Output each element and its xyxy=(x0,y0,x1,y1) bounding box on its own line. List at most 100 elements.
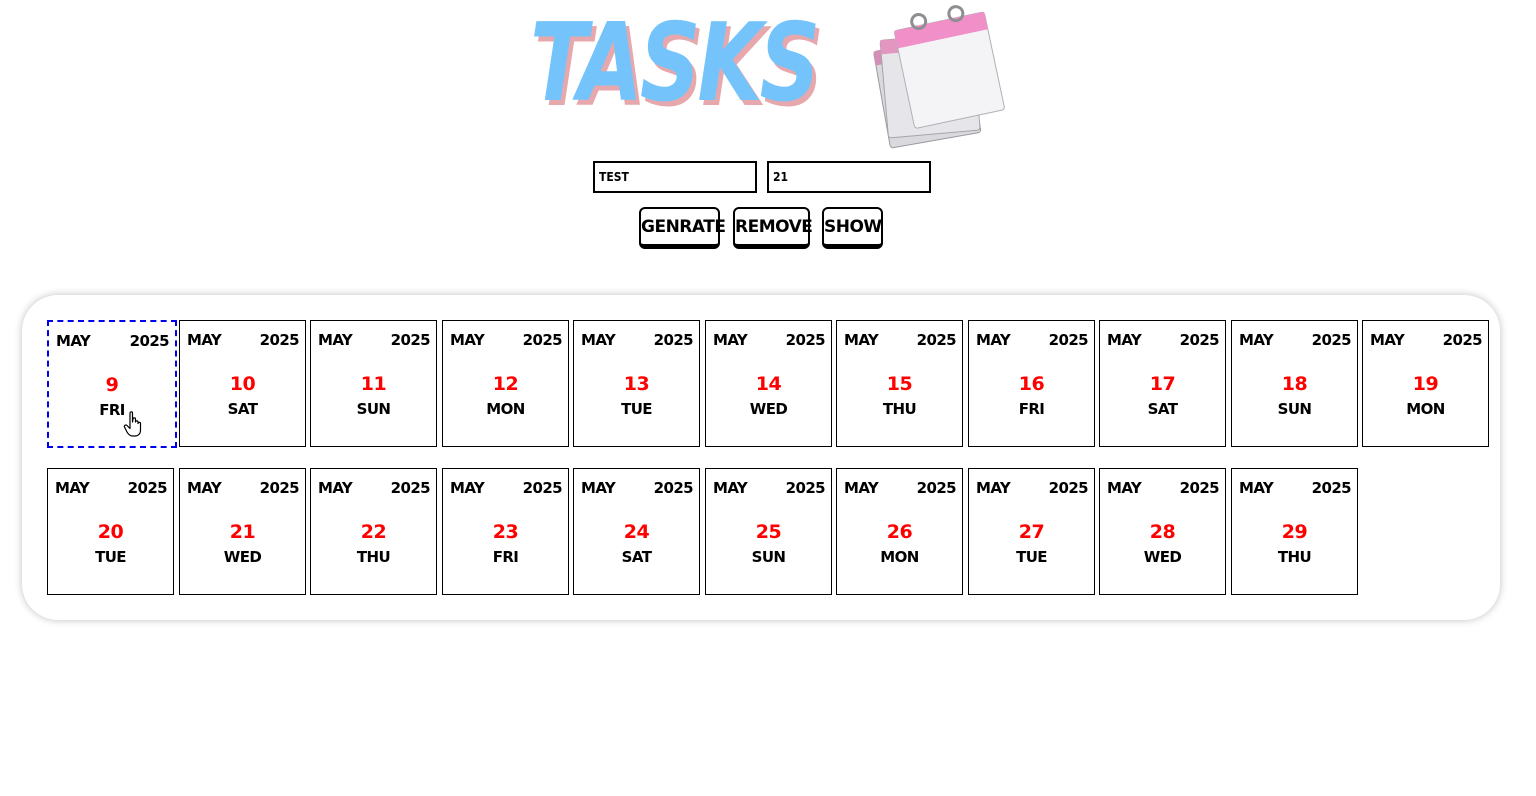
day-card-year: 2025 xyxy=(653,479,694,497)
day-card[interactable]: MAY 2025 12 MON xyxy=(442,320,569,447)
day-card[interactable]: MAY 2025 19 MON xyxy=(1362,320,1489,447)
day-card[interactable]: MAY 2025 29 THU xyxy=(1231,468,1358,595)
day-card[interactable]: MAY 2025 10 SAT xyxy=(179,320,306,447)
day-card-number: 20 xyxy=(97,521,124,543)
day-card[interactable]: MAY 2025 15 THU xyxy=(836,320,963,447)
day-card-month: MAY xyxy=(450,479,485,497)
day-card[interactable]: MAY 2025 14 WED xyxy=(705,320,832,447)
day-card-month: MAY xyxy=(55,479,90,497)
day-card-number: 29 xyxy=(1281,521,1308,543)
action-buttons: GENRATE REMOVE SHOW xyxy=(639,207,899,257)
remove-button[interactable]: REMOVE xyxy=(733,207,813,249)
day-card-year: 2025 xyxy=(522,331,563,349)
day-card-weekday: MON xyxy=(1406,400,1445,418)
day-card-year: 2025 xyxy=(259,479,300,497)
day-card-number: 17 xyxy=(1149,373,1176,395)
day-card[interactable]: MAY 2025 21 WED xyxy=(179,468,306,595)
day-card[interactable]: MAY 2025 13 TUE xyxy=(573,320,700,447)
day-card-year: 2025 xyxy=(785,331,826,349)
day-card-year: 2025 xyxy=(1311,479,1352,497)
generate-button[interactable]: GENRATE xyxy=(639,207,726,249)
day-card-year: 2025 xyxy=(916,479,957,497)
day-card-month: MAY xyxy=(844,331,879,349)
day-card-weekday: THU xyxy=(882,400,917,418)
day-card[interactable]: MAY 2025 11 SUN xyxy=(310,320,437,447)
day-card-number: 16 xyxy=(1018,373,1045,395)
day-card[interactable]: MAY 2025 22 THU xyxy=(310,468,437,595)
day-card-weekday: SUN xyxy=(1277,400,1312,418)
day-card-number: 12 xyxy=(492,373,519,395)
day-card-weekday: TUE xyxy=(95,548,126,566)
day-card-weekday: THU xyxy=(1277,548,1312,566)
day-card-month: MAY xyxy=(187,479,222,497)
day-card-month: MAY xyxy=(1107,331,1142,349)
day-card-year: 2025 xyxy=(1179,331,1220,349)
day-card-weekday: SAT xyxy=(1147,400,1178,418)
day-card-year: 2025 xyxy=(1179,479,1220,497)
day-card-number: 27 xyxy=(1018,521,1045,543)
day-card-number: 13 xyxy=(623,373,650,395)
day-card-weekday: SUN xyxy=(356,400,391,418)
calendar-pad-icon xyxy=(873,5,1005,149)
day-card-year: 2025 xyxy=(916,331,957,349)
day-card-month: MAY xyxy=(581,479,616,497)
task-count-input[interactable] xyxy=(767,161,931,193)
day-card-month: MAY xyxy=(581,331,616,349)
day-card-year: 2025 xyxy=(259,331,300,349)
day-card-number: 10 xyxy=(229,373,256,395)
task-form xyxy=(593,161,933,193)
day-card-weekday: TUE xyxy=(621,400,652,418)
day-card-number: 22 xyxy=(360,521,387,543)
day-card-month: MAY xyxy=(1107,479,1142,497)
day-card-number: 23 xyxy=(492,521,519,543)
show-button[interactable]: SHOW xyxy=(822,207,883,249)
day-card-weekday: WED xyxy=(1143,548,1182,566)
day-card-month: MAY xyxy=(318,331,353,349)
day-card-year: 2025 xyxy=(653,331,694,349)
day-card[interactable]: MAY 2025 27 TUE xyxy=(968,468,1095,595)
task-name-input[interactable] xyxy=(593,161,757,193)
day-card-year: 2025 xyxy=(1048,331,1089,349)
app-title: TASKS xyxy=(530,1,820,126)
day-card[interactable]: MAY 2025 28 WED xyxy=(1099,468,1226,595)
day-card[interactable]: MAY 2025 9 FRI xyxy=(47,320,177,448)
day-card-weekday: THU xyxy=(356,548,391,566)
hand-cursor-icon xyxy=(123,411,142,437)
day-card-year: 2025 xyxy=(522,479,563,497)
day-card-month: MAY xyxy=(1239,331,1274,349)
day-card-number: 14 xyxy=(755,373,782,395)
day-card-weekday: WED xyxy=(223,548,262,566)
day-card[interactable]: MAY 2025 16 FRI xyxy=(968,320,1095,447)
day-card-weekday: FRI xyxy=(1018,400,1045,418)
day-card-weekday: TUE xyxy=(1016,548,1047,566)
day-card-year: 2025 xyxy=(785,479,826,497)
day-card[interactable]: MAY 2025 25 SUN xyxy=(705,468,832,595)
day-card-number: 9 xyxy=(105,374,119,396)
day-card-number: 19 xyxy=(1412,373,1439,395)
day-card-year: 2025 xyxy=(1311,331,1352,349)
day-card[interactable]: MAY 2025 20 TUE xyxy=(47,468,174,595)
day-card-month: MAY xyxy=(1370,331,1405,349)
day-card-number: 28 xyxy=(1149,521,1176,543)
day-card[interactable]: MAY 2025 26 MON xyxy=(836,468,963,595)
day-card-weekday: SUN xyxy=(751,548,786,566)
day-card-month: MAY xyxy=(1239,479,1274,497)
day-card-number: 11 xyxy=(360,373,387,395)
day-card-month: MAY xyxy=(187,331,222,349)
day-card-weekday: MON xyxy=(880,548,919,566)
day-card-weekday: SAT xyxy=(227,400,258,418)
day-card-month: MAY xyxy=(976,331,1011,349)
day-card[interactable]: MAY 2025 17 SAT xyxy=(1099,320,1226,447)
day-card[interactable]: MAY 2025 23 FRI xyxy=(442,468,569,595)
day-card-month: MAY xyxy=(318,479,353,497)
day-card-number: 21 xyxy=(229,521,256,543)
day-card[interactable]: MAY 2025 18 SUN xyxy=(1231,320,1358,447)
day-card[interactable]: MAY 2025 24 SAT xyxy=(573,468,700,595)
day-card-number: 18 xyxy=(1281,373,1308,395)
day-card-weekday: FRI xyxy=(99,401,125,419)
day-card-month: MAY xyxy=(713,479,748,497)
day-card-number: 15 xyxy=(886,373,913,395)
day-card-number: 25 xyxy=(755,521,782,543)
days-panel: MAY 2025 9 FRI MAY 2025 10 SAT MAY 2025 11 SUN MAY 20… xyxy=(22,295,1500,620)
day-card-month: MAY xyxy=(713,331,748,349)
